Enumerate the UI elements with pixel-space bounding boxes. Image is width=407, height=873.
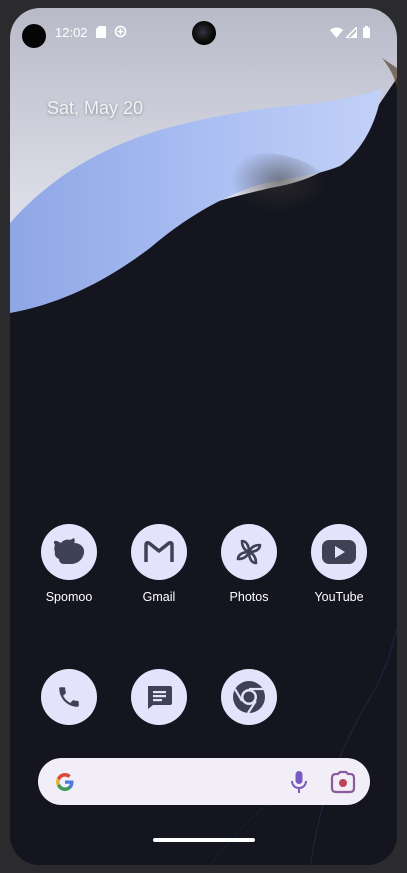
status-bar: 12:02 [10,8,397,56]
cow-icon [41,524,97,580]
gmail-icon [131,524,187,580]
dock-chrome[interactable] [209,669,289,725]
pinwheel-icon [221,524,277,580]
app-label: Spomoo [45,590,93,604]
sd-card-icon [96,25,106,43]
app-label: Gmail [142,590,176,604]
data-saver-icon [114,25,127,43]
wifi-icon [330,25,343,43]
app-label: Photos [229,590,269,604]
phone-icon [41,669,97,725]
battery-icon [363,25,370,43]
app-label: YouTube [314,590,364,604]
mic-icon[interactable] [289,770,309,799]
date-widget[interactable]: Sat, May 20 [47,98,143,119]
gesture-nav-handle[interactable] [153,838,255,842]
lens-camera-icon[interactable] [330,770,356,799]
front-sensor [22,24,46,48]
google-g-icon [53,770,77,799]
app-photos[interactable]: Photos [209,524,289,604]
front-camera [192,21,216,45]
dock-phone[interactable] [29,669,109,725]
messages-icon [131,669,187,725]
status-time: 12:02 [55,25,88,40]
cellular-signal-icon [344,25,358,43]
wallpaper [10,8,397,865]
youtube-icon [311,524,367,580]
dock-messages[interactable] [119,669,199,725]
app-spomoo[interactable]: Spomoo [29,524,109,604]
google-search-bar[interactable] [38,758,370,805]
device-frame: 12:02 Sat, May 20 Spomoo Gmail Photos Yo… [0,0,407,873]
chrome-icon [221,669,277,725]
home-screen: 12:02 Sat, May 20 Spomoo Gmail Photos Yo… [10,8,397,865]
app-gmail[interactable]: Gmail [119,524,199,604]
app-youtube[interactable]: YouTube [299,524,379,604]
